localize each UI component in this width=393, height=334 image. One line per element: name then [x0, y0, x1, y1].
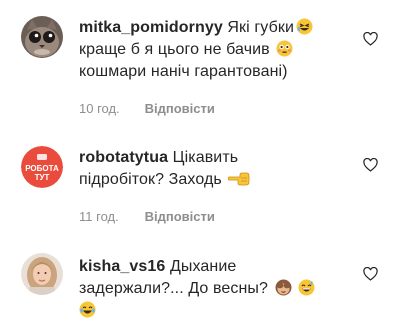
comment-username[interactable]: kisha_vs16: [79, 258, 165, 275]
avatar[interactable]: РОБОТА ТУТ: [21, 146, 63, 188]
comment-meta: 11 год. Відповісти: [79, 209, 215, 224]
like-heart-icon[interactable]: [363, 158, 378, 172]
comment-text-line: Дыхание: [169, 258, 237, 275]
comment-text-line: підробіток? Заходь: [79, 171, 222, 188]
grinning-sweat-emoji-icon: [298, 279, 315, 296]
reply-button[interactable]: Відповісти: [145, 209, 215, 224]
reply-button[interactable]: Відповісти: [145, 101, 215, 116]
comment-text-line: Цікавить: [172, 149, 239, 166]
comment-text: mitka_pomidornyy Які губки краще б я цьо…: [79, 17, 349, 83]
tears-of-joy-emoji-icon: [79, 301, 96, 318]
rolling-laughing-emoji-icon: [296, 18, 313, 35]
cat-avatar-icon: [21, 16, 63, 58]
robota-tut-logo-icon: РОБОТА ТУТ: [21, 146, 63, 188]
comment-text: robotatytua Цікавить підробіток? Заходь: [79, 147, 349, 191]
comment-text-line: краще б я цього не бачив: [79, 41, 270, 58]
svg-text:ТУТ: ТУТ: [35, 173, 50, 182]
comment-text-line: Які губки: [227, 19, 294, 36]
svg-text:РОБОТА: РОБОТА: [25, 164, 59, 173]
comment-username[interactable]: robotatytua: [79, 149, 168, 166]
comment-meta: 10 год. Відповісти: [79, 101, 215, 116]
comment-time: 11 год.: [79, 209, 119, 224]
woman-avatar-icon: [21, 253, 63, 295]
flushed-emoji-icon: [276, 40, 293, 57]
avatar[interactable]: [21, 253, 63, 295]
see-no-evil-monkey-emoji-icon: [275, 279, 292, 296]
like-heart-icon[interactable]: [363, 267, 378, 281]
comment-text-line: кошмари наніч гарантовані): [79, 63, 288, 80]
comment-time: 10 год.: [79, 101, 120, 116]
comment-text-line: задержали?... До весны?: [79, 280, 269, 297]
comment-username[interactable]: mitka_pomidornyy: [79, 19, 223, 36]
pointing-left-emoji-icon: [228, 170, 250, 187]
like-heart-icon[interactable]: [363, 32, 378, 46]
avatar[interactable]: [21, 16, 63, 58]
comment-text: kisha_vs16 Дыхание задержали?... До весн…: [79, 256, 349, 322]
